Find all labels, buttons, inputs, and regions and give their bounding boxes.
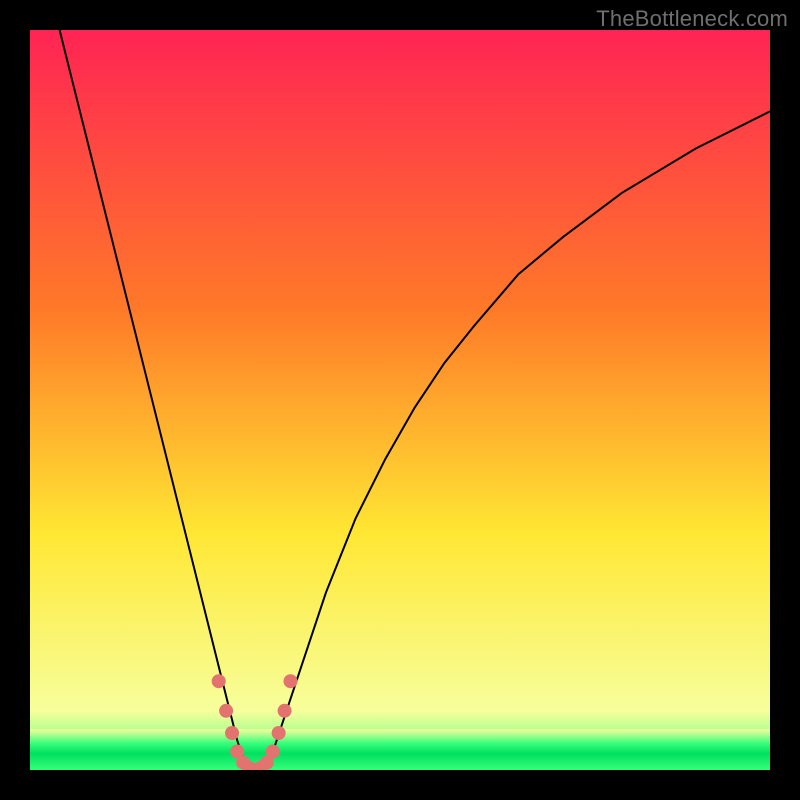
valley-marker [212,674,226,688]
valley-marker [278,704,292,718]
valley-marker [272,726,286,740]
bottleneck-curve [60,30,770,770]
valley-marker [219,704,233,718]
plot-area [30,30,770,770]
valley-marker [283,674,297,688]
valley-marker [225,726,239,740]
chart-overlay [30,30,770,770]
valley-marker [266,745,280,759]
outer-frame: TheBottleneck.com [0,0,800,800]
watermark-text: TheBottleneck.com [596,6,788,32]
